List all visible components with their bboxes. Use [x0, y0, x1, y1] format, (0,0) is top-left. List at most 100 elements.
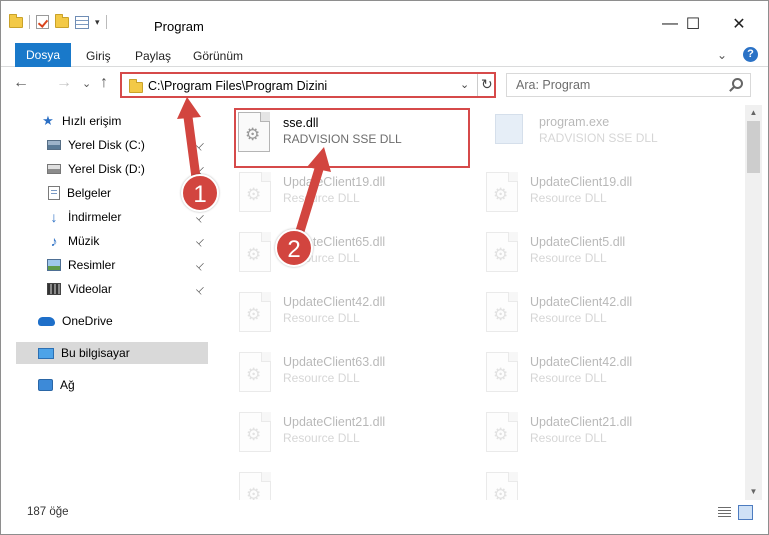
new-folder-icon[interactable] [55, 13, 69, 28]
sidebar-item-music[interactable]: ♪ Müzik [47, 230, 100, 252]
file-item[interactable]: UpdateClient19.dll Resource DLL [483, 169, 723, 219]
status-bar: 187 öğe [1, 501, 768, 525]
scroll-up-icon[interactable]: ▲ [745, 105, 762, 121]
file-item[interactable]: UpdateClient21.dll Resource DLL [236, 409, 476, 459]
sidebar-item-this-pc[interactable]: Bu bilgisayar [16, 342, 208, 364]
dll-file-icon [238, 112, 270, 152]
vertical-scrollbar[interactable]: ▲ ▼ [745, 105, 762, 500]
sidebar-item-quick-access[interactable]: ★ Hızlı erişim [41, 110, 121, 132]
folder-icon [9, 13, 23, 28]
file-name: sse.dll [283, 116, 319, 130]
sidebar-item-network[interactable]: Ağ [38, 374, 75, 396]
downloads-icon: ↓ [50, 209, 58, 225]
file-item[interactable]: program.exe RADVISION SSE DLL [492, 109, 732, 159]
file-item[interactable]: UpdateClient63.dll Resource DLL [236, 349, 476, 399]
address-bar[interactable]: C:\Program Files\Program Dizini ⌄ ↻ [120, 72, 496, 98]
network-icon [38, 379, 53, 391]
sidebar-item-label: Yerel Disk (C:) [68, 138, 145, 152]
qat-dropdown-icon[interactable]: ▾ [95, 17, 100, 28]
scroll-down-icon[interactable]: ▼ [745, 484, 762, 500]
sidebar-item-local-disk-d[interactable]: Yerel Disk (D:) [47, 158, 145, 180]
pin-icon[interactable]: ⊥ [193, 140, 207, 154]
sidebar-item-label: Hızlı erişim [62, 114, 122, 128]
sidebar-item-videos[interactable]: Videolar [47, 278, 112, 300]
file-list: sse.dll RADVISION SSE DLL program.exe RA… [212, 105, 745, 500]
back-button[interactable]: ← [13, 74, 29, 92]
sidebar-item-label: Ağ [60, 378, 75, 392]
music-icon: ♪ [50, 233, 58, 249]
sidebar-item-label: Videolar [68, 282, 112, 296]
file-item[interactable] [483, 469, 723, 500]
customize-icon[interactable] [75, 15, 89, 29]
help-icon[interactable]: ? [743, 47, 758, 62]
drive-icon [47, 140, 61, 150]
properties-check-icon[interactable] [36, 15, 49, 29]
search-icon[interactable] [732, 78, 743, 89]
tab-view[interactable]: Görünüm [193, 45, 243, 67]
file-name: UpdateClient63.dll [283, 355, 386, 369]
window-title: Program [154, 19, 204, 34]
up-button[interactable]: ↑ [100, 74, 108, 92]
dll-file-icon [239, 412, 271, 452]
details-view-icon[interactable] [718, 507, 731, 518]
tab-share[interactable]: Paylaş [135, 45, 171, 67]
item-count: 187 öğe [27, 506, 69, 518]
address-path[interactable]: C:\Program Files\Program Dizini [148, 79, 327, 93]
file-name: UpdateClient21.dll [530, 415, 633, 429]
search-input[interactable]: Ara: Program [516, 78, 590, 92]
sidebar-item-documents[interactable]: Belgeler [48, 182, 111, 204]
pin-icon[interactable]: ⊥ [193, 212, 207, 226]
close-button[interactable]: ✕ [716, 9, 762, 39]
sidebar-item-label: Resimler [68, 258, 116, 272]
address-dropdown-icon[interactable]: ⌄ [460, 78, 469, 91]
file-item[interactable]: UpdateClient42.dll Resource DLL [483, 289, 723, 339]
dll-file-icon [239, 352, 271, 392]
file-name: UpdateClient42.dll [530, 295, 633, 309]
folder-icon [129, 79, 143, 93]
forward-button[interactable]: → [56, 74, 72, 92]
scrollbar-thumb[interactable] [747, 121, 760, 173]
maximize-button[interactable]: ☐ [670, 9, 716, 39]
sidebar-item-downloads[interactable]: ↓ İndirmeler [47, 206, 122, 228]
file-item[interactable] [236, 469, 476, 500]
file-item[interactable]: UpdateClient42.dll Resource DLL [236, 289, 476, 339]
pin-icon[interactable]: ⊥ [193, 284, 207, 298]
ribbon-controls: ⌄ ? [717, 47, 758, 62]
sidebar-item-local-disk-c[interactable]: Yerel Disk (C:) [47, 134, 145, 156]
dll-file-icon [239, 232, 271, 272]
dll-file-icon [239, 472, 271, 500]
title-bar: ▾ Program — ☐ ✕ [1, 1, 768, 41]
expand-ribbon-icon[interactable]: ⌄ [717, 48, 727, 62]
file-name: UpdateClient5.dll [530, 235, 626, 249]
file-description: Resource DLL [530, 251, 607, 265]
tab-home[interactable]: Giriş [86, 45, 111, 67]
drive-icon [47, 164, 61, 174]
file-description: Resource DLL [283, 191, 360, 205]
pin-icon[interactable]: ⊥ [193, 260, 207, 274]
sidebar-item-onedrive[interactable]: OneDrive [38, 310, 113, 332]
toolbar-divider [29, 15, 30, 29]
file-item[interactable]: UpdateClient65.dll Resource DLL [236, 229, 476, 279]
file-item[interactable]: UpdateClient42.dll Resource DLL [483, 349, 723, 399]
search-box[interactable]: Ara: Program [506, 73, 751, 97]
file-description: Resource DLL [530, 311, 607, 325]
sidebar-item-pictures[interactable]: Resimler [47, 254, 115, 276]
pin-icon[interactable]: ⊥ [193, 236, 207, 250]
navigation-bar: ← → ⌄ ↑ C:\Program Files\Program Dizini … [1, 71, 768, 99]
large-icons-view-icon[interactable] [738, 505, 753, 520]
file-item[interactable]: UpdateClient21.dll Resource DLL [483, 409, 723, 459]
file-item[interactable]: UpdateClient19.dll Resource DLL [236, 169, 476, 219]
recent-locations-button[interactable]: ⌄ [82, 77, 91, 90]
sidebar-item-label: Yerel Disk (D:) [68, 162, 145, 176]
sidebar-item-label: Belgeler [67, 186, 112, 200]
file-item[interactable]: UpdateClient5.dll Resource DLL [483, 229, 723, 279]
file-description: RADVISION SSE DLL [283, 132, 402, 146]
dll-file-icon [486, 472, 518, 500]
dll-file-icon [239, 292, 271, 332]
refresh-icon[interactable]: ↻ [481, 76, 493, 93]
file-name: UpdateClient19.dll [283, 175, 386, 189]
dll-file-icon [239, 172, 271, 212]
pictures-icon [47, 259, 61, 271]
file-item-sse-dll[interactable]: sse.dll RADVISION SSE DLL [234, 108, 470, 168]
tab-file[interactable]: Dosya [15, 43, 71, 67]
